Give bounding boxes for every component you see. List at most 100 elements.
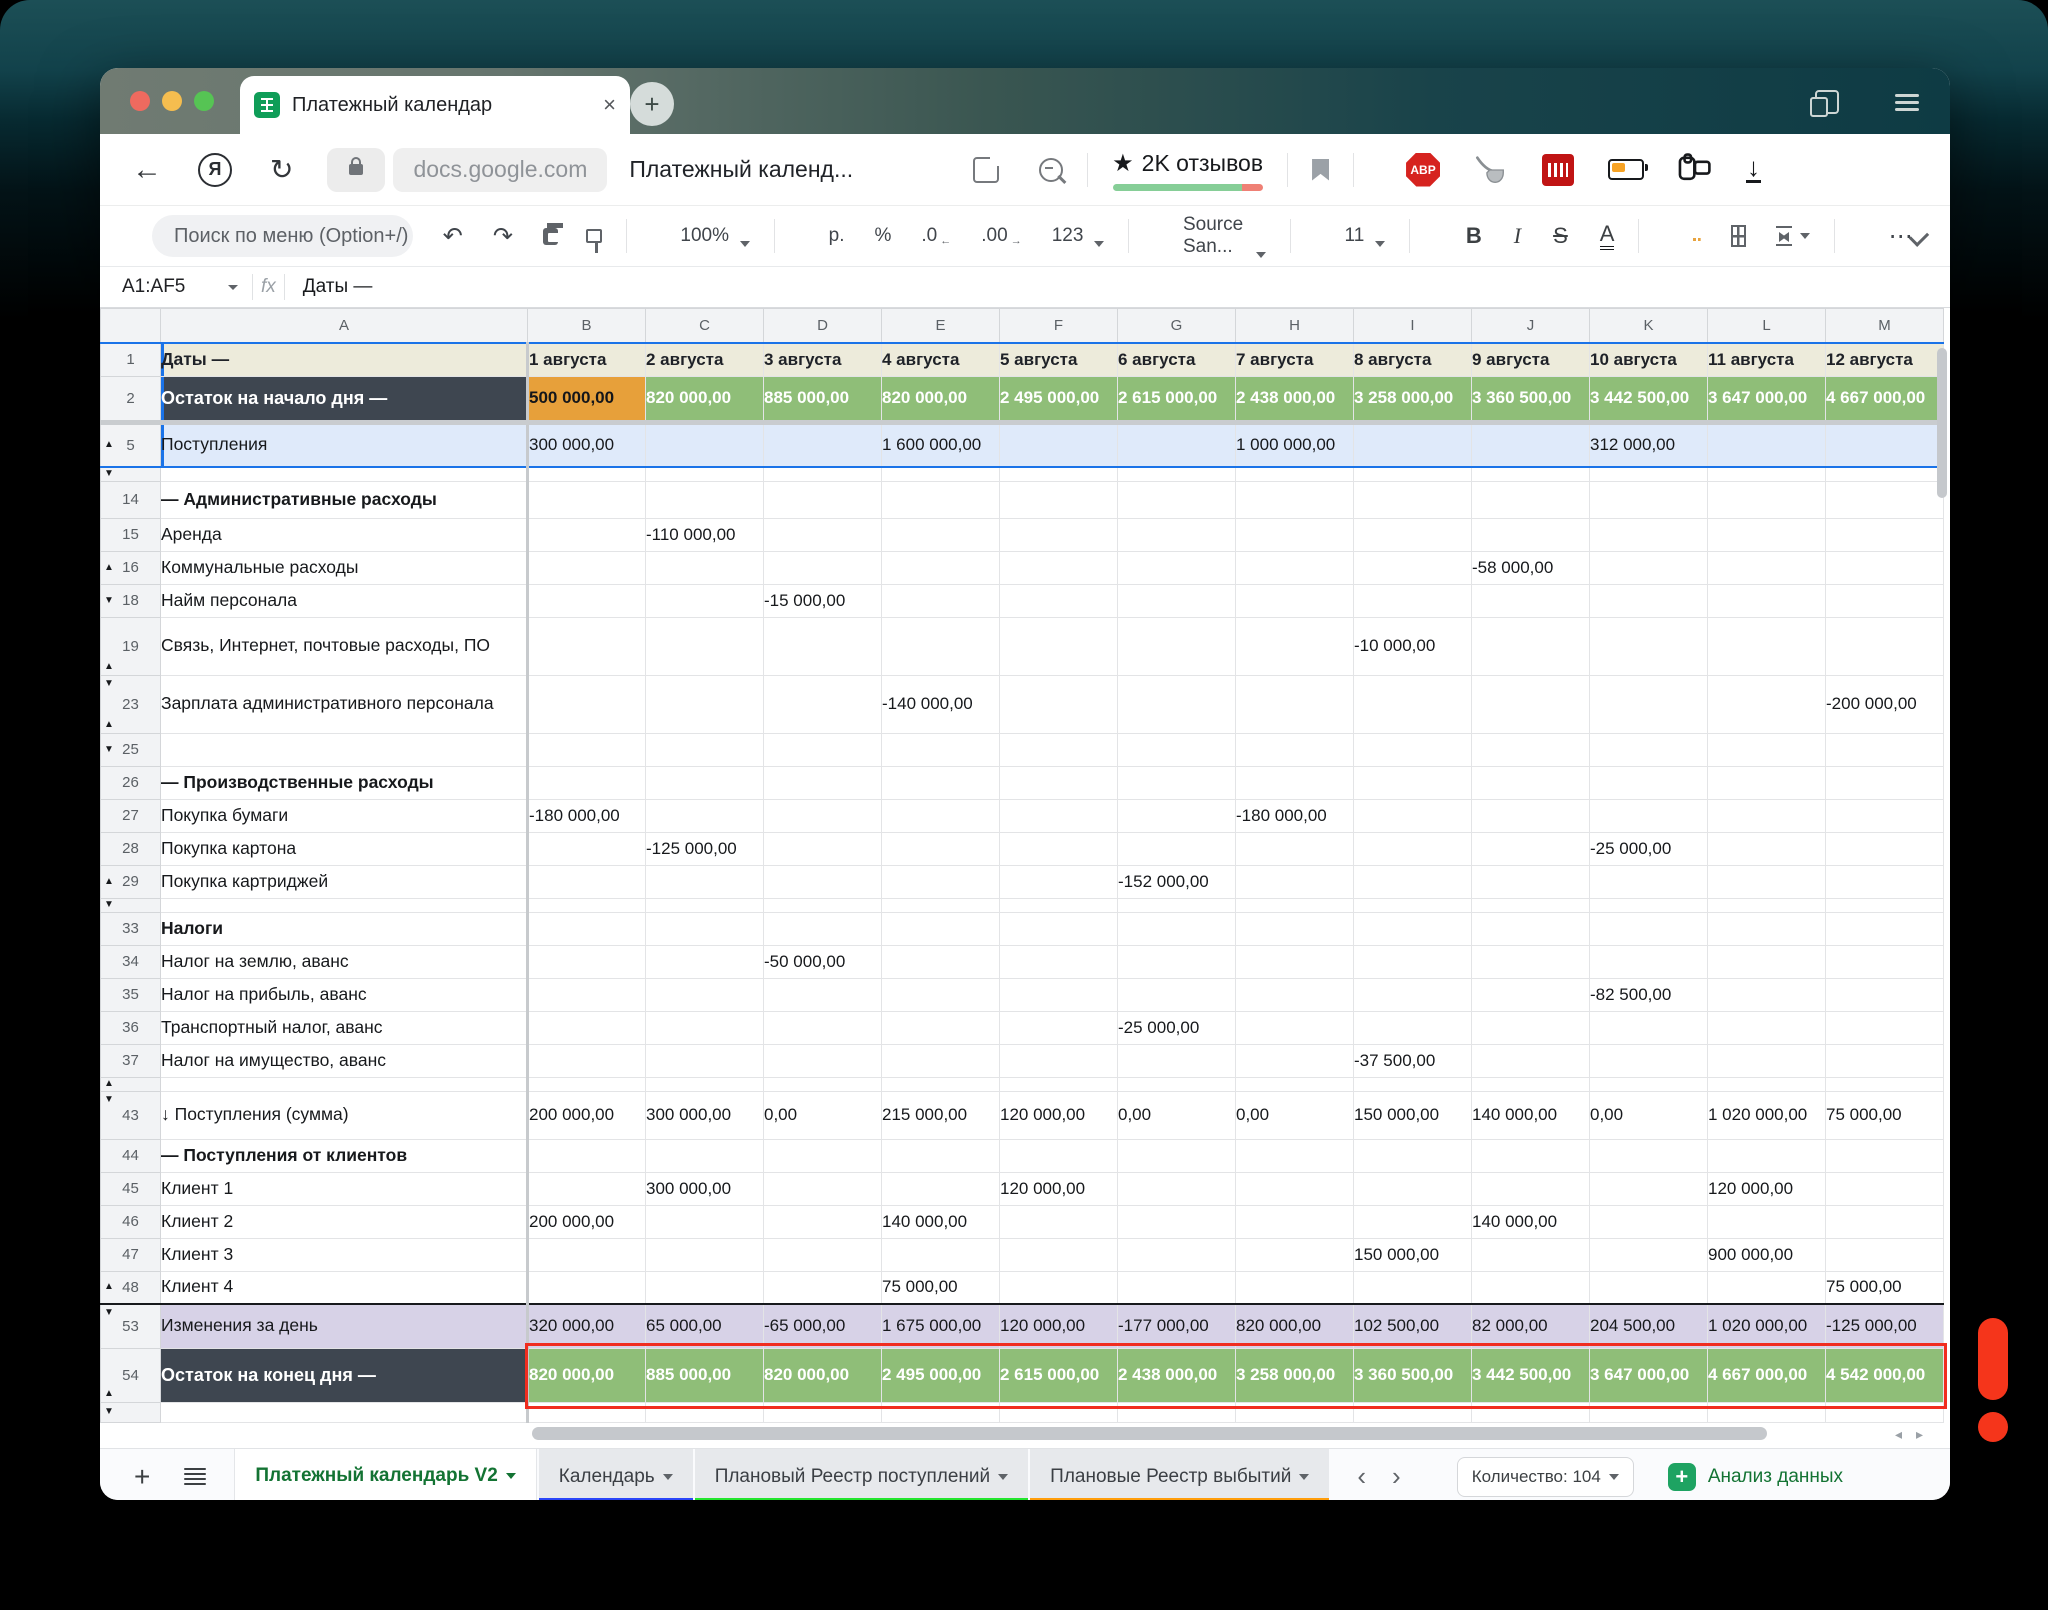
cell-L38[interactable] [1708,1077,1826,1091]
cell-F53[interactable]: 120 000,00 [1000,1304,1118,1348]
cell-A16[interactable]: Коммунальные расходы [161,551,528,584]
cell-A47[interactable]: Клиент 3 [161,1238,528,1271]
cell-G45[interactable] [1118,1172,1236,1205]
cell-D46[interactable] [764,1205,882,1238]
cell-J38[interactable] [1472,1077,1590,1091]
battery-extension-icon[interactable] [1608,159,1644,180]
cell-M27[interactable] [1826,799,1944,832]
cell-H44[interactable] [1236,1139,1354,1172]
cell-I15[interactable] [1354,518,1472,551]
strikethrough-button[interactable]: S [1553,223,1568,249]
cell-M36[interactable] [1826,1011,1944,1044]
horizontal-scrollbar[interactable] [532,1427,1767,1440]
row-header-36[interactable]: 36 [101,1011,161,1044]
cell-I38[interactable] [1354,1077,1472,1091]
cell-H19[interactable] [1236,617,1354,675]
redo-button[interactable]: ↷ [493,222,513,251]
cell-F15[interactable] [1000,518,1118,551]
cell-A43[interactable]: ↓ Поступления (сумма) [161,1091,528,1139]
cell-E34[interactable] [882,945,1000,978]
minimize-window-button[interactable] [162,91,182,111]
cell-K36[interactable] [1590,1011,1708,1044]
new-tab-button[interactable]: + [630,82,674,126]
cell-K27[interactable] [1590,799,1708,832]
cell-C13[interactable] [646,467,764,481]
cell-C26[interactable] [646,766,764,799]
cell-J57[interactable] [1472,1402,1590,1422]
cell-M54[interactable]: 4 542 000,00 [1826,1348,1944,1402]
cell-I45[interactable] [1354,1172,1472,1205]
cell-B37[interactable] [528,1044,646,1077]
cell-K14[interactable] [1590,481,1708,518]
cell-G46[interactable] [1118,1205,1236,1238]
cell-B44[interactable] [528,1139,646,1172]
cell-B15[interactable] [528,518,646,551]
row-header-14[interactable]: 14 [101,481,161,518]
cell-I5[interactable] [1354,422,1472,467]
cell-K25[interactable] [1590,733,1708,766]
adblock-extension-icon[interactable]: ABP [1406,153,1440,187]
tab-close-icon[interactable]: × [603,94,616,116]
cell-H38[interactable] [1236,1077,1354,1091]
column-header-K[interactable]: K [1590,309,1708,344]
currency-format-button[interactable]: р. [829,225,845,247]
row-header-34[interactable]: 34 [101,945,161,978]
cell-C14[interactable] [646,481,764,518]
cell-B29[interactable] [528,865,646,898]
cell-D25[interactable] [764,733,882,766]
column-header-J[interactable]: J [1472,309,1590,344]
row-header-28[interactable]: 28 [101,832,161,865]
cell-B26[interactable] [528,766,646,799]
cell-I2[interactable]: 3 258 000,00 [1354,376,1472,422]
cell-L35[interactable] [1708,978,1826,1011]
row-header-33[interactable]: 33 [101,912,161,945]
cell-K26[interactable] [1590,766,1708,799]
cell-G15[interactable] [1118,518,1236,551]
row-header-35[interactable]: 35 [101,978,161,1011]
cell-M35[interactable] [1826,978,1944,1011]
url-page-title[interactable]: Платежный календ... [629,156,853,183]
cell-G47[interactable] [1118,1238,1236,1271]
close-window-button[interactable] [130,91,150,111]
cell-C43[interactable]: 300 000,00 [646,1091,764,1139]
cell-D13[interactable] [764,467,882,481]
cell-C36[interactable] [646,1011,764,1044]
cell-L48[interactable] [1708,1271,1826,1304]
cell-H32[interactable] [1236,898,1354,912]
cell-F26[interactable] [1000,766,1118,799]
cell-A32[interactable] [161,898,528,912]
cell-H43[interactable]: 0,00 [1236,1091,1354,1139]
collapse-down-icon[interactable]: ▼ [104,596,114,606]
row-header-15[interactable]: 15 [101,518,161,551]
cell-B54[interactable]: 820 000,00 [528,1348,646,1402]
cell-I54[interactable]: 3 360 500,00 [1354,1348,1472,1402]
cell-E13[interactable] [882,467,1000,481]
cell-G44[interactable] [1118,1139,1236,1172]
pipe-extension-icon[interactable] [1474,155,1508,185]
cell-M53[interactable]: -125 000,00 [1826,1304,1944,1348]
cell-F23[interactable] [1000,675,1118,733]
cell-K15[interactable] [1590,518,1708,551]
menu-search-input[interactable]: Поиск по меню (Option+/) [152,215,413,257]
cell-G1[interactable]: 6 августа [1118,343,1236,376]
cell-M38[interactable] [1826,1077,1944,1091]
cell-B18[interactable] [528,584,646,617]
cell-B1[interactable]: 1 августа [528,343,646,376]
row-header-16[interactable]: 16▲ [101,551,161,584]
cell-I46[interactable] [1354,1205,1472,1238]
sheet-tab-2[interactable]: Календарь [539,1449,693,1500]
cell-L34[interactable] [1708,945,1826,978]
row-header-32[interactable]: ▼ [101,898,161,912]
cell-F45[interactable]: 120 000,00 [1000,1172,1118,1205]
cell-C25[interactable] [646,733,764,766]
cell-L13[interactable] [1708,467,1826,481]
column-header-M[interactable]: M [1826,309,1944,344]
cell-I23[interactable] [1354,675,1472,733]
cell-J32[interactable] [1472,898,1590,912]
cell-G28[interactable] [1118,832,1236,865]
row-header-37[interactable]: 37 [101,1044,161,1077]
increase-decimals-button[interactable]: .00→ [981,225,1021,247]
browser-tab[interactable]: Платежный календар × [240,76,630,134]
cell-G33[interactable] [1118,912,1236,945]
url-host[interactable]: docs.google.com [393,148,607,192]
